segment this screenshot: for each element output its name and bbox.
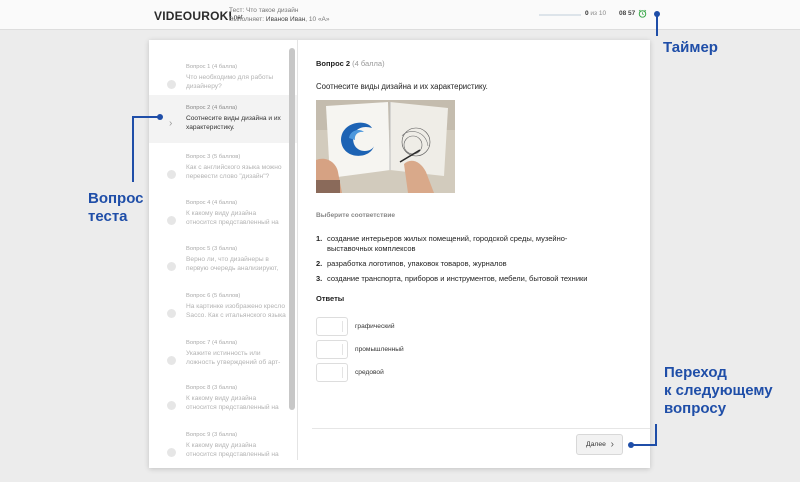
sidebar-question-2[interactable]: › Вопрос 2 (4 балла) Соотнесите виды диз… [149, 95, 297, 143]
chevron-right-icon: › [610, 439, 614, 450]
callout-line-next-vertical [655, 424, 657, 446]
callout-line-question [133, 116, 160, 118]
status-dot [167, 80, 176, 89]
question-panel: Вопрос 2 (4 балла) Соотнесите виды дизай… [316, 40, 650, 468]
question-score: Вопрос 7 (4 балла) [186, 340, 238, 346]
match-instruction: Выберите соответствие [316, 212, 396, 219]
status-dot [167, 356, 176, 365]
progress-bar [539, 14, 581, 16]
sidebar-question-4[interactable]: Вопрос 4 (4 балла) К какому виду дизайна… [149, 190, 297, 238]
question-preview: Что необходимо для работы дизайнеру? [186, 74, 274, 90]
progress-counter: 0 из 10 [585, 10, 607, 17]
sidebar-question-7[interactable]: Вопрос 7 (4 балла) Укажите истинность ил… [149, 330, 297, 378]
question-score: Вопрос 4 (4 балла) [186, 200, 238, 206]
question-preview: К какому виду дизайна относится представ… [186, 210, 279, 226]
sidebar-question-5[interactable]: Вопрос 5 (3 балла) Верно ли, что дизайне… [149, 236, 297, 284]
status-dot [167, 309, 176, 318]
callout-line-next [631, 444, 656, 446]
test-title: Тест: Что такое дизайн [229, 7, 299, 14]
answers-heading: Ответы [316, 294, 345, 303]
question-preview: К какому виду дизайна относится представ… [186, 395, 279, 411]
callout-line-timer [656, 14, 658, 36]
questions-sidebar: Вопрос 1 (4 балла) Что необходимо для ра… [149, 40, 297, 460]
question-preview: К какому виду дизайна относится представ… [186, 442, 279, 458]
question-score: Вопрос 9 (3 балла) [186, 432, 238, 438]
question-score: Вопрос 1 (4 балла) [186, 64, 238, 70]
sidebar-question-6[interactable]: Вопрос 6 (5 баллов) На картинке изображе… [149, 283, 297, 331]
performer-line: Выполняет: Иванов Иван, 10 «А» [229, 16, 330, 23]
question-score: Вопрос 8 (3 балла) [186, 385, 238, 391]
status-dot [167, 216, 176, 225]
question-image [316, 100, 455, 193]
timer: 08 57 [619, 10, 636, 17]
chevron-right-icon: › [169, 118, 173, 129]
question-preview: Соотнесите виды дизайна и их характерист… [186, 115, 281, 131]
question-score: Вопрос 2 (4 балла) [186, 105, 238, 111]
question-preview: На картинке изображено кресло Sacco. Как… [186, 303, 286, 319]
next-button[interactable]: Далее › [576, 434, 623, 455]
question-points: (4 балла) [352, 59, 385, 68]
status-dot [167, 170, 176, 179]
footer-divider [312, 428, 650, 429]
callout-question: Вопрос теста [88, 190, 144, 225]
question-score: Вопрос 3 (5 баллов) [186, 154, 241, 160]
answer-label-1: графический [355, 323, 395, 330]
answer-select-1[interactable] [316, 317, 348, 336]
option-3: 3. создание транспорта, приборов и инстру… [316, 274, 588, 283]
sidebar-question-3[interactable]: Вопрос 3 (5 баллов) Как с английского яз… [149, 144, 297, 192]
status-dot [167, 401, 176, 410]
answer-select-2[interactable] [316, 340, 348, 359]
top-bar: VIDEOUROKI.net Тест: Что такое дизайн Вы… [0, 0, 800, 30]
callout-line-question-vertical [132, 116, 134, 182]
sidebar-scrollbar[interactable] [289, 48, 295, 410]
sidebar-question-8[interactable]: Вопрос 8 (3 балла) К какому виду дизайна… [149, 375, 297, 423]
question-number: Вопрос 2 (4 балла) [316, 59, 385, 68]
answer-label-3: средовой [355, 369, 384, 376]
performer-name: Иванов Иван [265, 16, 306, 23]
sidebar-question-9[interactable]: Вопрос 9 (3 балла) К какому виду дизайна… [149, 422, 297, 460]
test-card: Вопрос 1 (4 балла) Что необходимо для ра… [149, 40, 650, 468]
callout-next: Переход к следующему вопросу [664, 364, 773, 417]
option-2: 2. разработка логотипов, упаковок товаров… [316, 259, 507, 268]
callout-timer: Таймер [663, 39, 718, 56]
option-1: 1. создание интерьеров жилых помещений, г… [316, 234, 568, 253]
alarm-clock-icon [638, 9, 647, 18]
test-info: Тест: Что такое дизайн Выполняет: Иванов… [229, 6, 330, 24]
question-score: Вопрос 5 (3 балла) [186, 246, 238, 252]
question-preview: Верно ли, что дизайнеры в первую очередь… [186, 256, 279, 272]
status-dot [167, 262, 176, 271]
answer-label-2: промышленный [355, 346, 404, 353]
answer-select-3[interactable] [316, 363, 348, 382]
question-title: Соотнесите виды дизайна и их характерист… [316, 82, 488, 91]
status-dot [167, 448, 176, 457]
question-preview: Как с английского языка можно перевести … [186, 164, 282, 180]
question-preview: Укажите истинность или ложность утвержде… [186, 350, 281, 366]
sidebar-divider [297, 40, 298, 460]
question-score: Вопрос 6 (5 баллов) [186, 293, 241, 299]
